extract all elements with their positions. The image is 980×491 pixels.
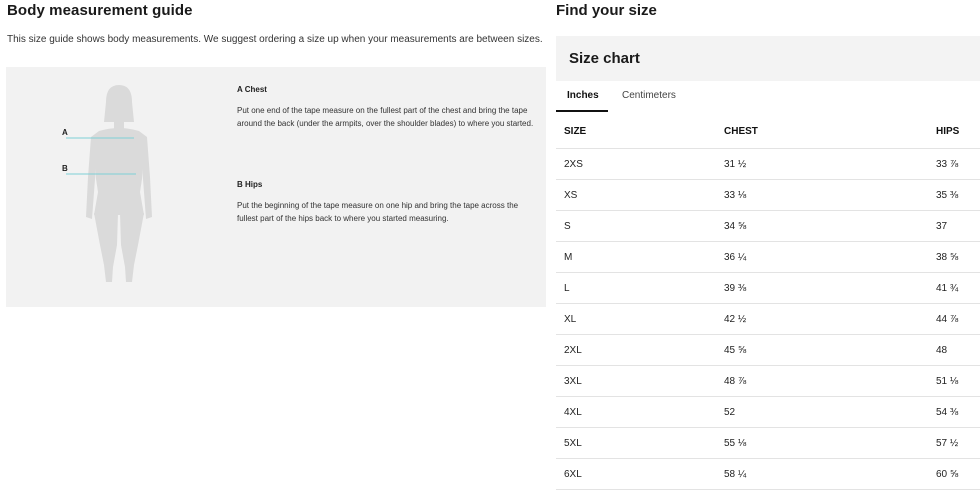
chest-cell: 58 ¼ — [724, 469, 747, 480]
tab-inches[interactable]: Inches — [567, 90, 599, 101]
table-row: S 34 ⅝ 37 — [556, 211, 980, 242]
table-row: 3XL 48 ⅞ 51 ⅛ — [556, 366, 980, 397]
tab-centimeters[interactable]: Centimeters — [622, 90, 676, 101]
size-chart-title: Size chart — [569, 50, 640, 67]
chest-instructions: Put one end of the tape measure on the f… — [237, 106, 534, 128]
table-row: L 39 ⅜ 41 ¾ — [556, 273, 980, 304]
chest-cell: 31 ½ — [724, 159, 747, 170]
marker-b-label: B — [62, 164, 68, 173]
measurement-panel: A B A Chest Put one end of the tape meas… — [6, 67, 546, 307]
table-row: XS 33 ⅛ 35 ⅜ — [556, 180, 980, 211]
size-cell: 6XL — [564, 469, 582, 480]
find-size-title: Find your size — [556, 2, 657, 19]
table-header: SIZE CHEST HIPS — [556, 115, 980, 149]
size-cell: 2XS — [564, 159, 583, 170]
table-row: M 36 ¼ 38 ⅝ — [556, 242, 980, 273]
hips-cell: 60 ⅝ — [936, 469, 959, 480]
size-table: SIZE CHEST HIPS 2XS 31 ½ 33 ⅞ XS 33 ⅛ 35 ⅜ S 34… — [556, 115, 980, 490]
chest-cell: 39 ⅜ — [724, 283, 747, 294]
chest-cell: 36 ¼ — [724, 252, 747, 263]
size-cell: 3XL — [564, 376, 582, 387]
marker-a-label: A — [62, 128, 68, 137]
chest-cell: 42 ½ — [724, 314, 747, 325]
size-chart-header: Size chart — [556, 36, 980, 81]
table-row: 4XL 52 54 ⅜ — [556, 397, 980, 428]
chest-cell: 34 ⅝ — [724, 221, 747, 232]
column-header-chest: CHEST — [724, 126, 758, 137]
hips-cell: 48 — [936, 345, 948, 356]
table-row: 2XS 31 ½ 33 ⅞ — [556, 149, 980, 180]
size-cell: S — [564, 221, 571, 232]
hips-cell: 37 — [936, 221, 948, 232]
chest-cell: 33 ⅛ — [724, 190, 747, 201]
size-cell: L — [564, 283, 570, 294]
body-figure: A B — [6, 67, 236, 307]
column-header-hips: HIPS — [936, 126, 960, 137]
hips-section: B Hips Put the beginning of the tape mea… — [237, 178, 537, 225]
chest-cell: 45 ⅝ — [724, 345, 747, 356]
body-silhouette-icon — [66, 85, 152, 282]
left-title: Body measurement guide — [7, 2, 193, 19]
size-cell: 4XL — [564, 407, 582, 418]
chest-cell: 52 — [724, 407, 736, 418]
size-cell: XS — [564, 190, 578, 201]
hips-cell: 38 ⅝ — [936, 252, 959, 263]
column-header-size: SIZE — [564, 126, 587, 137]
size-cell: 2XL — [564, 345, 582, 356]
table-row: 6XL 58 ¼ 60 ⅝ — [556, 459, 980, 490]
unit-tabs: Inches Centimeters — [556, 81, 980, 113]
hips-cell: 54 ⅜ — [936, 407, 959, 418]
hips-cell: 35 ⅜ — [936, 190, 959, 201]
table-row: 5XL 55 ⅛ 57 ½ — [556, 428, 980, 459]
table-row: 2XL 45 ⅝ 48 — [556, 335, 980, 366]
size-cell: XL — [564, 314, 577, 325]
chest-section: A Chest Put one end of the tape measure … — [237, 83, 537, 130]
size-cell: M — [564, 252, 573, 263]
chest-cell: 48 ⅞ — [724, 376, 747, 387]
hips-cell: 51 ⅛ — [936, 376, 959, 387]
chest-cell: 55 ⅛ — [724, 438, 747, 449]
hips-cell: 41 ¾ — [936, 283, 959, 294]
hips-cell: 57 ½ — [936, 438, 959, 449]
chest-heading: A Chest — [237, 85, 267, 94]
table-row: XL 42 ½ 44 ⅞ — [556, 304, 980, 335]
hips-cell: 33 ⅞ — [936, 159, 959, 170]
hips-instructions: Put the beginning of the tape measure on… — [237, 201, 519, 223]
hips-heading: B Hips — [237, 180, 263, 189]
active-tab-indicator — [556, 110, 608, 112]
left-subtitle: This size guide shows body measurements.… — [7, 34, 543, 45]
hips-cell: 44 ⅞ — [936, 314, 959, 325]
size-cell: 5XL — [564, 438, 582, 449]
